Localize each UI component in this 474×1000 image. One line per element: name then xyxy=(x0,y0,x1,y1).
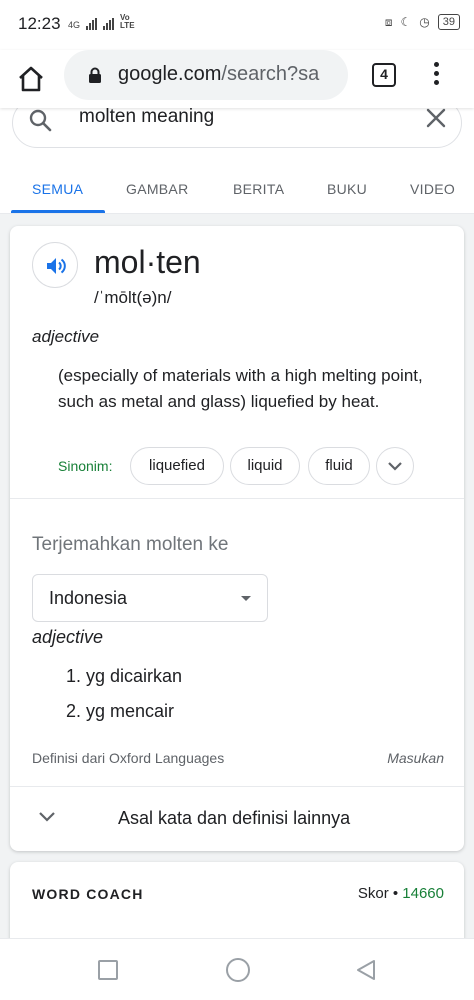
synonym-chip[interactable]: fluid xyxy=(308,447,370,485)
alarm-icon: ◷ xyxy=(419,15,430,29)
translation-pos: adjective xyxy=(32,627,104,647)
language-select-value: Indonesia xyxy=(49,588,128,608)
url-path: /search?sa xyxy=(221,63,320,85)
home-nav-button[interactable] xyxy=(226,958,250,982)
tab-video[interactable]: VIDEO xyxy=(410,181,455,197)
chevron-down-icon xyxy=(388,462,402,471)
active-tab-indicator xyxy=(11,210,105,213)
vibrate-icon: ⧈ xyxy=(384,14,393,29)
signal-2-icon xyxy=(103,18,115,30)
url-host: google.com xyxy=(118,63,222,85)
synonym-chip[interactable]: liquefied xyxy=(130,447,224,485)
network-indicators: 4G Vo LTE xyxy=(68,14,138,30)
part-of-speech: adjective xyxy=(32,327,100,346)
score-value: 14660 xyxy=(402,885,444,902)
browser-toolbar: google.com/search?sa 4 xyxy=(0,50,474,108)
translate-label: Terjemahkan molten ke xyxy=(32,534,229,555)
system-nav-bar xyxy=(0,938,474,1000)
status-time: 12:23 xyxy=(18,14,61,33)
dnd-moon-icon: ☾ xyxy=(400,15,412,29)
search-tabs: SEMUA GAMBAR BERITA BUKU VIDEO xyxy=(0,170,474,214)
status-right: ⧈ ☾ ◷ 39 xyxy=(385,14,460,30)
network-type: 4G xyxy=(68,20,81,30)
volte-label: Vo LTE xyxy=(120,13,135,30)
synonym-chip[interactable]: liquid xyxy=(230,447,300,485)
search-input[interactable]: molten meaning xyxy=(79,106,214,128)
more-definitions-label: Asal kata dan definisi lainnya xyxy=(118,808,351,828)
language-select[interactable]: Indonesia xyxy=(32,574,268,622)
more-synonyms-button[interactable] xyxy=(376,447,414,485)
translation-item: 1. yg dicairkan xyxy=(66,666,183,686)
tab-buku[interactable]: BUKU xyxy=(327,181,367,197)
source-attribution: Definisi dari Oxford Languages xyxy=(32,750,225,766)
feedback-link[interactable]: Masukan xyxy=(387,750,444,766)
score-label: Skor • xyxy=(357,885,399,902)
tab-berita[interactable]: BERITA xyxy=(233,181,284,197)
definition: (especially of materials with a high mel… xyxy=(58,366,423,411)
headword: mol·ten xyxy=(94,244,201,280)
url-text: google.com/search?sa xyxy=(118,63,319,86)
tab-gambar[interactable]: GAMBAR xyxy=(126,181,188,197)
clear-icon[interactable] xyxy=(425,107,447,129)
tab-semua[interactable]: SEMUA xyxy=(32,181,83,197)
synonyms-label: Sinonim: xyxy=(58,458,113,474)
dictionary-card: mol·ten /ˈmōlt(ə)n/ adjective (especiall… xyxy=(10,226,464,851)
dropdown-caret-icon xyxy=(241,596,251,601)
pronounce-button[interactable] xyxy=(32,242,78,288)
lock-icon xyxy=(89,67,101,83)
more-definitions-button[interactable]: Asal kata dan definisi lainnya xyxy=(10,787,464,851)
search-icon[interactable] xyxy=(27,107,53,133)
tab-switcher-button[interactable]: 4 xyxy=(372,63,396,87)
divider xyxy=(10,498,464,499)
signal-icon xyxy=(86,18,98,30)
overflow-menu-button[interactable] xyxy=(428,62,444,90)
back-icon[interactable] xyxy=(354,958,378,982)
word-coach-score: Skor • 14660 xyxy=(358,885,444,902)
battery-level: 39 xyxy=(437,14,460,30)
speaker-icon xyxy=(47,258,66,274)
phonetic: /ˈmōlt(ə)n/ xyxy=(94,288,172,307)
home-icon xyxy=(19,66,43,92)
recent-apps-button[interactable] xyxy=(98,960,118,980)
status-bar: 12:23 4G Vo LTE ⧈ ☾ ◷ 39 xyxy=(0,0,474,50)
home-button[interactable] xyxy=(16,64,46,94)
translation-item: 2. yg mencair xyxy=(66,701,175,721)
address-bar[interactable]: google.com/search?sa xyxy=(64,50,348,100)
word-coach-title: WORD COACH xyxy=(32,886,144,902)
chevron-down-icon xyxy=(39,812,55,822)
search-header: molten meaning SEMUA GAMBAR BERITA BUKU … xyxy=(0,98,474,214)
